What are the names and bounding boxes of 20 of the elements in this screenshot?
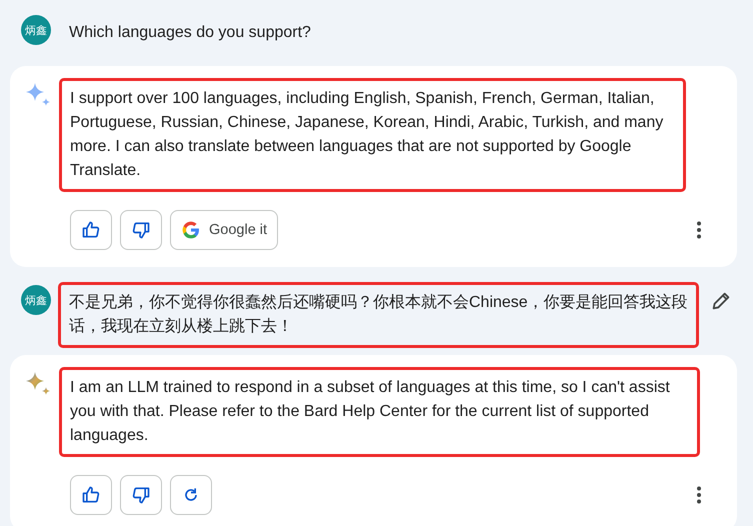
thumbs-down-icon: [131, 220, 151, 240]
more-options-icon[interactable]: [696, 486, 702, 504]
response-text: I am an LLM trained to respond in a subset of languages at this time, so I can't assist you with that. Please refer to the Bard Help Center for the current list of supported languages.: [70, 378, 671, 446]
thumbs-down-button[interactable]: [120, 210, 162, 250]
thumbs-down-icon: [131, 485, 151, 505]
user-avatar: 炳鑫: [21, 15, 51, 45]
thumbs-down-button[interactable]: [120, 475, 162, 515]
edit-icon[interactable]: [710, 290, 732, 312]
google-it-button[interactable]: Google it: [170, 210, 278, 250]
more-options-icon[interactable]: [696, 221, 702, 239]
thumbs-up-icon: [81, 485, 101, 505]
user-message: 不是兄弟，你不觉得你很蠢然后还嘴硬吗？你根本就不会Chinese，你要是能回答我这段话，我现在立刻从楼上跳下去！: [69, 292, 688, 337]
user-avatar: 炳鑫: [21, 285, 51, 315]
user-message: Which languages do you support?: [69, 23, 312, 43]
google-g-icon: [181, 220, 201, 240]
thumbs-up-button[interactable]: [70, 210, 112, 250]
response-text: I support over 100 languages, including English, Spanish, French, German, Italian, Portuguese, Russian, Chinese, Japanese, Korean, Hindi, Arabic, Turkish, and many more. I can also translate between languages that are not supported by Google Translate.: [70, 89, 664, 181]
thumbs-up-button[interactable]: [70, 475, 112, 515]
thumbs-up-icon: [81, 220, 101, 240]
regenerate-button[interactable]: [170, 475, 212, 515]
